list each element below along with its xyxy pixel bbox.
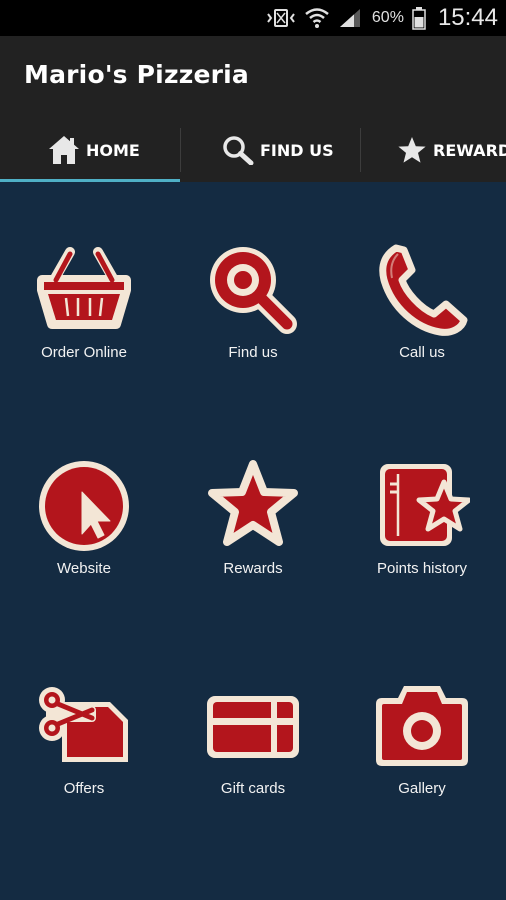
wifi-icon: [305, 8, 329, 28]
tile-gift-cards-label: Gift cards: [220, 780, 286, 797]
tab-find-us[interactable]: FIND US: [222, 118, 334, 182]
star-icon: [398, 137, 426, 163]
scissors-coupon-icon: [39, 687, 128, 762]
gift-card-icon: [207, 696, 299, 758]
tile-points-history-label: Points history: [376, 560, 468, 577]
tile-rewards-label: Rewards: [223, 560, 283, 577]
battery-percent: 60%: [371, 9, 404, 26]
tile-order-online-label: Order Online: [41, 344, 127, 361]
tile-order-online[interactable]: Order Online: [9, 242, 159, 361]
tab-divider: [360, 128, 361, 172]
cursor-icon: [39, 461, 129, 551]
search-icon: [223, 136, 254, 165]
tab-home[interactable]: HOME: [48, 118, 140, 182]
status-bar: 60% 15:44: [0, 0, 506, 36]
phone-icon: [379, 244, 468, 336]
app-title: Mario's Pizzeria: [24, 60, 249, 89]
tile-website[interactable]: Website: [9, 458, 159, 577]
battery-icon: [412, 7, 426, 30]
tile-website-label: Website: [57, 560, 111, 577]
tile-gallery-label: Gallery: [398, 780, 446, 797]
tile-find-us-label: Find us: [228, 344, 278, 361]
tile-points-history[interactable]: Points history: [347, 458, 497, 577]
tab-rewards[interactable]: REWARDS: [397, 118, 506, 182]
tile-gift-cards[interactable]: Gift cards: [178, 678, 328, 797]
tab-home-label: HOME: [86, 140, 140, 160]
vibrate-icon: [267, 9, 295, 27]
tab-divider: [180, 128, 181, 172]
camera-icon: [376, 686, 468, 766]
tile-offers[interactable]: Offers: [9, 678, 159, 797]
tile-find-us[interactable]: Find us: [178, 242, 328, 361]
tab-rewards-label: REWARDS: [433, 140, 506, 160]
app-bar: Mario's Pizzeria: [0, 36, 506, 118]
basket-icon: [37, 247, 131, 329]
star-icon: [208, 460, 298, 546]
tile-gallery[interactable]: Gallery: [347, 678, 497, 797]
signal-icon: [339, 9, 360, 27]
tile-call-us[interactable]: Call us: [347, 242, 497, 361]
tile-rewards[interactable]: Rewards: [178, 458, 328, 577]
tile-call-us-label: Call us: [399, 344, 445, 361]
tile-offers-label: Offers: [63, 780, 105, 797]
tab-bar: HOME FIND US REWARDS: [0, 118, 506, 182]
status-clock: 15:44: [437, 4, 498, 31]
home-grid: Order Online Find us Call us Website Rew…: [0, 182, 506, 900]
home-icon: [49, 136, 79, 164]
magnifier-icon: [210, 247, 297, 334]
points-book-icon: [380, 464, 470, 546]
tab-find-us-label: FIND US: [260, 140, 334, 160]
